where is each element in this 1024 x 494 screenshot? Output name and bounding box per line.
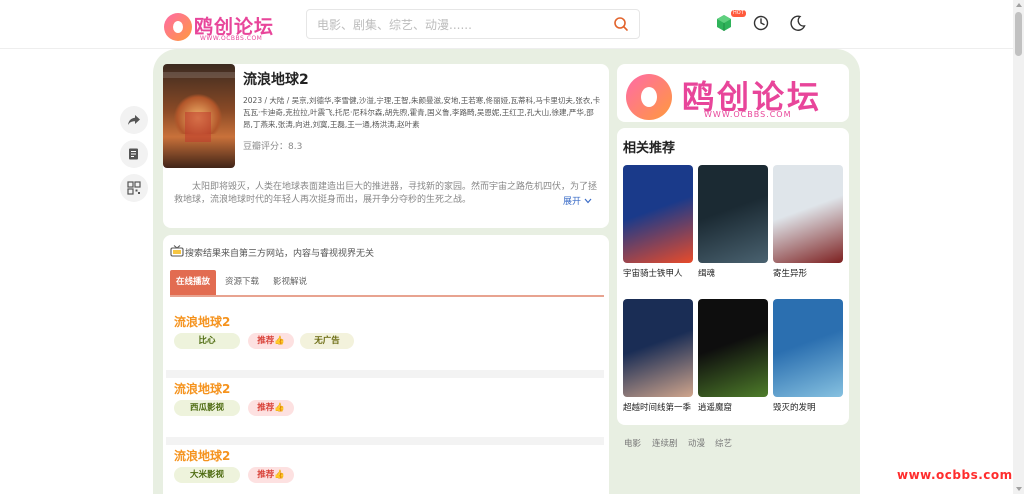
cube-app-icon[interactable] [715, 14, 733, 32]
document-edit-icon [129, 148, 138, 160]
hot-badge: HOT [731, 10, 746, 17]
recommend-tag: 推荐👍 [248, 333, 294, 349]
movie-title: 流浪地球2 [243, 72, 309, 88]
source-title[interactable]: 流浪地球2 [174, 313, 230, 330]
source-tabs: 在线播放 资源下载 影视解说 [170, 270, 604, 297]
source-item[interactable]: 流浪地球2 西瓜影视 推荐👍 [166, 380, 604, 436]
report-button[interactable] [120, 140, 148, 168]
logo-subtext: WWW.OCBBS.COM [200, 35, 263, 42]
movie-meta: 2023 / 大陆 / 吴京,刘德华,李雪健,沙溢,宁理,王智,朱颜曼滋,安地,… [243, 96, 601, 129]
search-icon[interactable] [613, 16, 629, 32]
related-poster[interactable] [623, 299, 693, 397]
share-button[interactable] [120, 106, 148, 134]
source-site-tag: 大米影视 [174, 467, 240, 483]
source-item[interactable]: 流浪地球2 比心 推荐👍 无广告 [166, 313, 604, 369]
recommend-tag: 推荐👍 [248, 400, 294, 416]
divider [166, 370, 604, 378]
expand-button[interactable]: 展开 [563, 194, 592, 207]
related-poster[interactable] [623, 165, 693, 263]
brand-logo-mark-icon [626, 74, 672, 120]
source-item[interactable]: 流浪地球2 大米影视 推荐👍 [166, 447, 604, 494]
movie-score: 豆瓣评分：8.3 [243, 142, 303, 152]
divider [166, 437, 604, 445]
scroll-thumb[interactable] [1015, 12, 1022, 56]
related-title-link[interactable]: 逍遥魔窟 [698, 401, 732, 413]
related-poster[interactable] [773, 299, 843, 397]
recommend-tag: 推荐👍 [248, 467, 294, 483]
related-title: 相关推荐 [623, 141, 676, 156]
scroll-down-arrow-icon[interactable] [1016, 487, 1022, 491]
category-link[interactable]: 电影 [624, 437, 641, 449]
top-header: 鸥创论坛 WWW.OCBBS.COM HOT [0, 0, 1013, 49]
tv-icon [170, 245, 184, 257]
related-title-link[interactable]: 缉魂 [698, 267, 715, 279]
source-title[interactable]: 流浪地球2 [174, 447, 230, 464]
category-link[interactable]: 连续剧 [652, 437, 678, 449]
related-poster[interactable] [698, 299, 768, 397]
logo-mark-icon [164, 13, 192, 41]
related-poster[interactable] [698, 165, 768, 263]
movie-poster[interactable] [163, 64, 235, 168]
site-logo[interactable]: 鸥创论坛 WWW.OCBBS.COM [164, 10, 290, 44]
related-title-link[interactable]: 寄生异形 [773, 267, 807, 279]
no-ads-tag: 无广告 [300, 333, 354, 349]
share-icon [128, 115, 140, 125]
tab-video-commentary[interactable]: 影视解说 [273, 270, 307, 295]
source-site-tag: 比心 [174, 333, 240, 349]
qrcode-icon [127, 181, 141, 195]
source-site-tag: 西瓜影视 [174, 400, 240, 416]
related-title-link[interactable]: 超越时间线第一季 [623, 401, 691, 413]
tab-online-play[interactable]: 在线播放 [170, 270, 217, 295]
brand-banner[interactable]: 鸥创论坛 WWW.OCBBS.COM [624, 70, 844, 124]
watermark-text: www.ocbbs.com [897, 468, 1013, 482]
history-clock-icon[interactable] [752, 14, 770, 32]
related-title-link[interactable]: 毁灭的发明 [773, 401, 816, 413]
search-box [306, 9, 640, 39]
qrcode-button[interactable] [120, 174, 148, 202]
category-link[interactable]: 动漫 [688, 437, 705, 449]
page-scrollbar[interactable] [1013, 0, 1024, 494]
search-input[interactable] [317, 15, 597, 35]
related-title-link[interactable]: 宇宙骑士铁甲人 [623, 267, 683, 279]
related-poster[interactable] [773, 165, 843, 263]
dark-mode-moon-icon[interactable] [789, 14, 807, 32]
third-party-notice: 搜索结果来自第三方网站，内容与睿视视界无关 [185, 249, 375, 259]
chevron-down-icon [584, 198, 592, 204]
scroll-up-arrow-icon[interactable] [1016, 3, 1022, 7]
category-link[interactable]: 综艺 [715, 437, 732, 449]
movie-description: 太阳即将毁灭，人类在地球表面建造出巨大的推进器，寻找新的家园。然而宇宙之路危机四… [174, 182, 598, 205]
source-title[interactable]: 流浪地球2 [174, 380, 230, 397]
expand-label: 展开 [563, 197, 582, 207]
brand-subtext: WWW.OCBBS.COM [704, 110, 792, 119]
tab-resource-download[interactable]: 资源下载 [225, 270, 259, 295]
